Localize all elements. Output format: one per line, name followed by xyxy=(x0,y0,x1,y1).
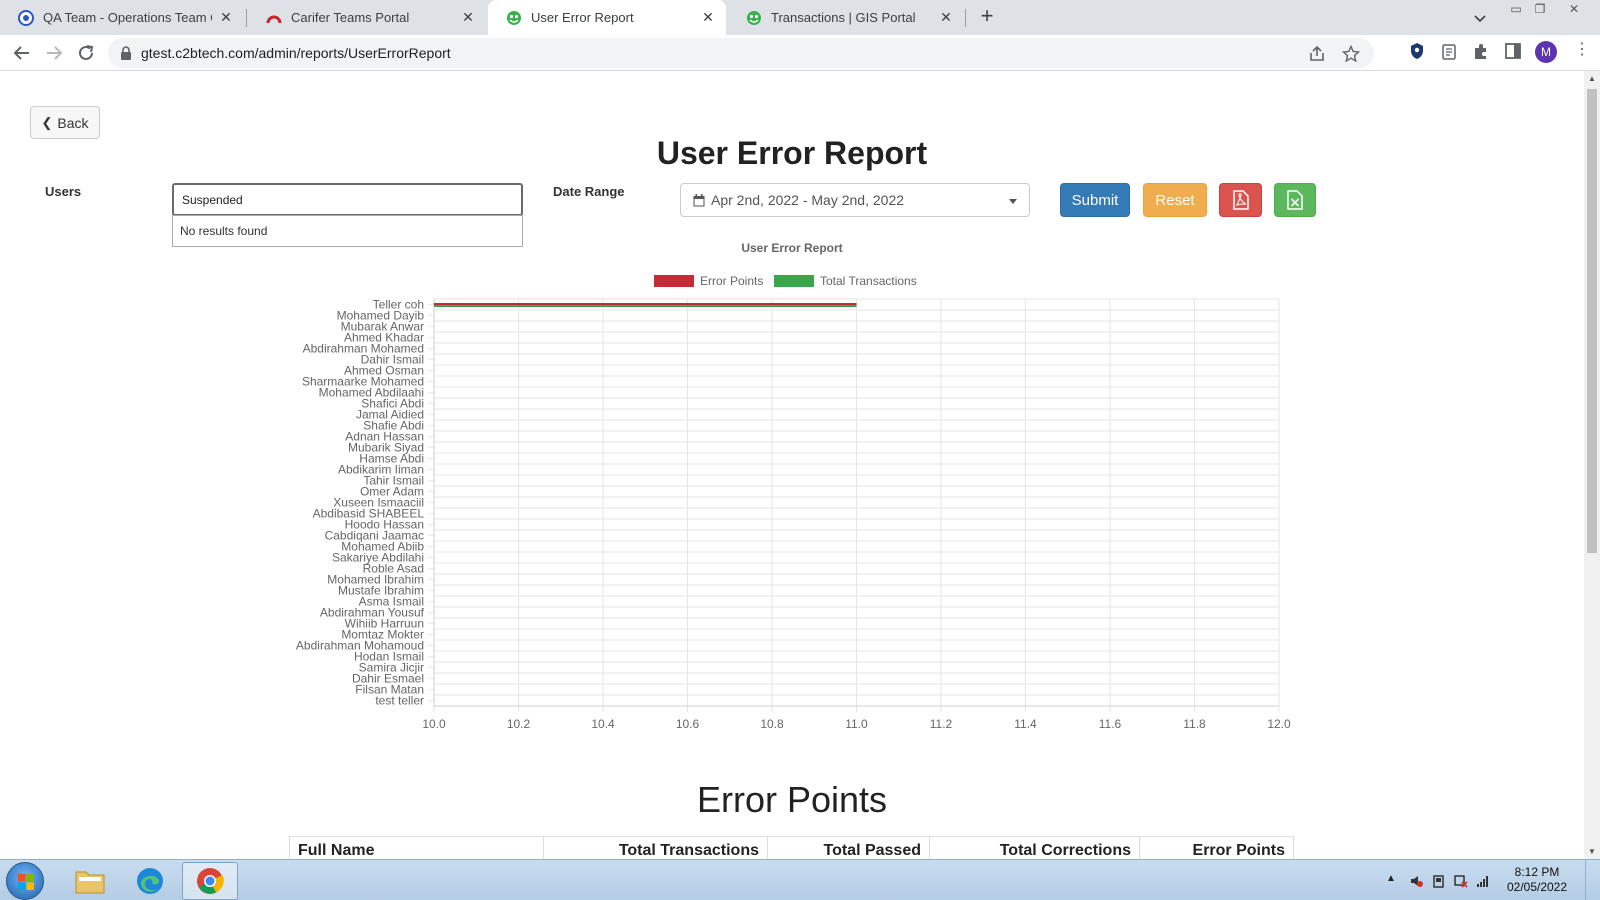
x-tick-label: 11.4 xyxy=(1014,717,1037,731)
report-page: ❮ Back User Error Report Users No result… xyxy=(0,71,1584,860)
tab-qa-team[interactable]: QA Team - Operations Team Coll ✕ xyxy=(0,0,244,35)
tab-user-error-report[interactable]: User Error Report ✕ xyxy=(488,0,726,35)
start-button[interactable] xyxy=(6,862,44,900)
taskbar-edge[interactable] xyxy=(122,862,178,900)
windows-taskbar: ▲ 8:12 PM 02/05/2022 xyxy=(0,859,1600,900)
x-tick-label: 10.8 xyxy=(760,717,784,731)
folder-icon xyxy=(75,871,105,894)
extensions-puzzle-icon[interactable] xyxy=(1472,42,1490,60)
bar-error-points xyxy=(434,303,857,305)
tab-title: QA Team - Operations Team Coll xyxy=(43,10,212,25)
taskbar-chrome[interactable] xyxy=(182,862,238,900)
bar-total-transactions xyxy=(434,305,857,307)
browser-tab-strip: QA Team - Operations Team Coll ✕ Carifer… xyxy=(0,0,1600,35)
carifer-favicon-icon xyxy=(266,15,282,23)
clipboard-icon[interactable] xyxy=(1440,42,1458,60)
y-category-label: test teller xyxy=(375,694,424,708)
error-points-table-header: Full Name Total Transactions Total Passe… xyxy=(289,836,1294,860)
portal-favicon-icon xyxy=(747,10,761,25)
taskbar-file-explorer[interactable] xyxy=(62,862,118,900)
x-tick-label: 10.4 xyxy=(591,717,615,731)
tab-close-icon[interactable]: ✕ xyxy=(218,9,234,26)
tab-carifer[interactable]: Carifer Teams Portal ✕ xyxy=(248,0,486,35)
lock-icon xyxy=(121,46,131,60)
chrome-browser-icon xyxy=(197,868,224,894)
column-header-total-transactions[interactable]: Total Transactions xyxy=(544,837,768,860)
url-text: gtest.c2btech.com/admin/reports/UserErro… xyxy=(141,45,451,61)
user-error-bar-chart: 10.0 10.2 10.4 10.6 10.8 11.0 11.2 11.4 11.6 11.8… xyxy=(296,298,1291,732)
x-tick-label: 11.8 xyxy=(1183,717,1206,731)
browser-menu-icon[interactable]: ⋮ xyxy=(1574,41,1590,61)
reload-icon[interactable] xyxy=(75,42,97,64)
side-panel-icon[interactable] xyxy=(1504,42,1522,60)
tab-search-chevron-icon[interactable] xyxy=(1473,11,1487,25)
x-tick-label: 10.2 xyxy=(507,717,531,731)
x-tick-label: 12.0 xyxy=(1267,717,1291,731)
x-tick-label: 11.0 xyxy=(845,717,868,731)
tab-close-icon[interactable]: ✕ xyxy=(700,9,716,26)
column-header-total-passed[interactable]: Total Passed xyxy=(768,837,930,860)
minimize-icon[interactable]: ▭ xyxy=(1504,0,1528,20)
tab-separator xyxy=(246,9,247,27)
taskbar-clock[interactable]: 8:12 PM 02/05/2022 xyxy=(1501,865,1573,895)
x-tick-label: 11.2 xyxy=(930,717,953,731)
tray-volume-icon[interactable] xyxy=(1410,874,1424,888)
scroll-up-icon[interactable]: ▲ xyxy=(1588,74,1596,83)
share-icon[interactable] xyxy=(1308,45,1326,63)
address-bar[interactable]: gtest.c2btech.com/admin/reports/UserErro… xyxy=(108,38,1374,68)
x-tick-label: 10.0 xyxy=(422,717,446,731)
forward-arrow-icon[interactable] xyxy=(43,42,65,64)
windows-logo-icon xyxy=(18,874,34,890)
restore-icon[interactable]: ❐ xyxy=(1528,0,1552,20)
tab-close-icon[interactable]: ✕ xyxy=(938,9,954,26)
new-tab-icon[interactable]: + xyxy=(975,5,999,29)
tray-overflow-icon[interactable]: ▲ xyxy=(1386,873,1396,884)
tray-device-icon[interactable] xyxy=(1432,874,1446,888)
clock-time: 8:12 PM xyxy=(1514,865,1560,879)
screen: QA Team - Operations Team Coll ✕ Carifer… xyxy=(0,0,1600,900)
page-scrollbar[interactable]: ▲ ▼ xyxy=(1584,71,1600,859)
column-header-full-name[interactable]: Full Name xyxy=(290,837,544,860)
clock-date: 02/05/2022 xyxy=(1506,880,1568,894)
tab-transactions[interactable]: Transactions | GIS Portal ✕ xyxy=(728,0,964,35)
show-desktop-button[interactable] xyxy=(1585,860,1600,900)
bookmark-star-icon[interactable] xyxy=(1342,45,1360,63)
tab-title: User Error Report xyxy=(531,10,634,25)
tab-title: Carifer Teams Portal xyxy=(291,10,410,25)
portal-favicon-icon xyxy=(507,10,521,25)
column-header-total-corrections[interactable]: Total Corrections xyxy=(930,837,1140,860)
profile-avatar[interactable]: M xyxy=(1535,41,1557,63)
x-tick-label: 10.6 xyxy=(676,717,700,731)
column-header-error-points[interactable]: Error Points xyxy=(1140,837,1293,860)
teams-favicon-icon xyxy=(18,9,34,26)
edge-browser-icon xyxy=(137,868,163,894)
tray-network-error-icon[interactable] xyxy=(1454,874,1468,888)
back-arrow-icon[interactable] xyxy=(11,42,33,64)
scroll-down-icon[interactable]: ▼ xyxy=(1588,847,1596,856)
tab-separator xyxy=(965,9,966,27)
error-points-heading: Error Points xyxy=(696,779,888,820)
browser-toolbar: gtest.c2btech.com/admin/reports/UserErro… xyxy=(0,35,1600,71)
password-manager-icon[interactable] xyxy=(1408,42,1426,60)
x-tick-label: 11.6 xyxy=(1099,717,1122,731)
tab-title: Transactions | GIS Portal xyxy=(771,10,916,25)
tray-signal-icon[interactable] xyxy=(1476,874,1490,888)
tab-close-icon[interactable]: ✕ xyxy=(460,9,476,26)
window-close-icon[interactable]: ✕ xyxy=(1554,0,1594,20)
scrollbar-thumb[interactable] xyxy=(1587,89,1597,553)
